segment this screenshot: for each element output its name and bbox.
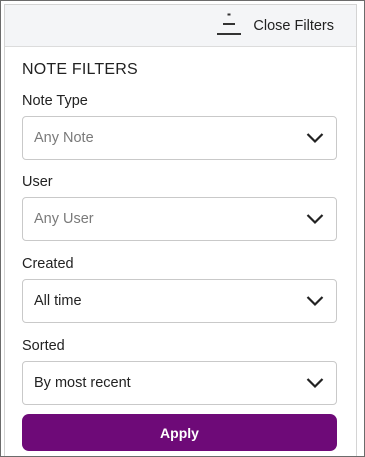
sorted-select[interactable]: By most recent (22, 361, 337, 405)
note-filters-panel: Close Filters NOTE FILTERS Note Type Any… (4, 4, 357, 456)
filter-lines-icon (217, 13, 242, 35)
note-type-label: Note Type (22, 93, 88, 109)
created-label: Created (22, 256, 74, 272)
user-select[interactable]: Any User (22, 197, 337, 241)
panel-title: NOTE FILTERS (22, 61, 138, 78)
chevron-down-icon (306, 378, 324, 389)
user-label: User (22, 174, 53, 190)
created-value: All time (34, 293, 82, 309)
user-value: Any User (34, 211, 94, 227)
apply-button[interactable]: Apply (22, 414, 337, 451)
filters-window: Close Filters NOTE FILTERS Note Type Any… (0, 0, 365, 457)
close-filters-button[interactable]: Close Filters (216, 13, 334, 39)
close-filters-label: Close Filters (253, 18, 334, 34)
created-select[interactable]: All time (22, 279, 337, 323)
sorted-value: By most recent (34, 375, 131, 391)
chevron-down-icon (306, 296, 324, 307)
filters-header: Close Filters (5, 5, 356, 47)
note-type-value: Any Note (34, 130, 94, 146)
chevron-down-icon (306, 214, 324, 225)
note-type-select[interactable]: Any Note (22, 116, 337, 160)
sorted-label: Sorted (22, 338, 65, 354)
chevron-down-icon (306, 133, 324, 144)
